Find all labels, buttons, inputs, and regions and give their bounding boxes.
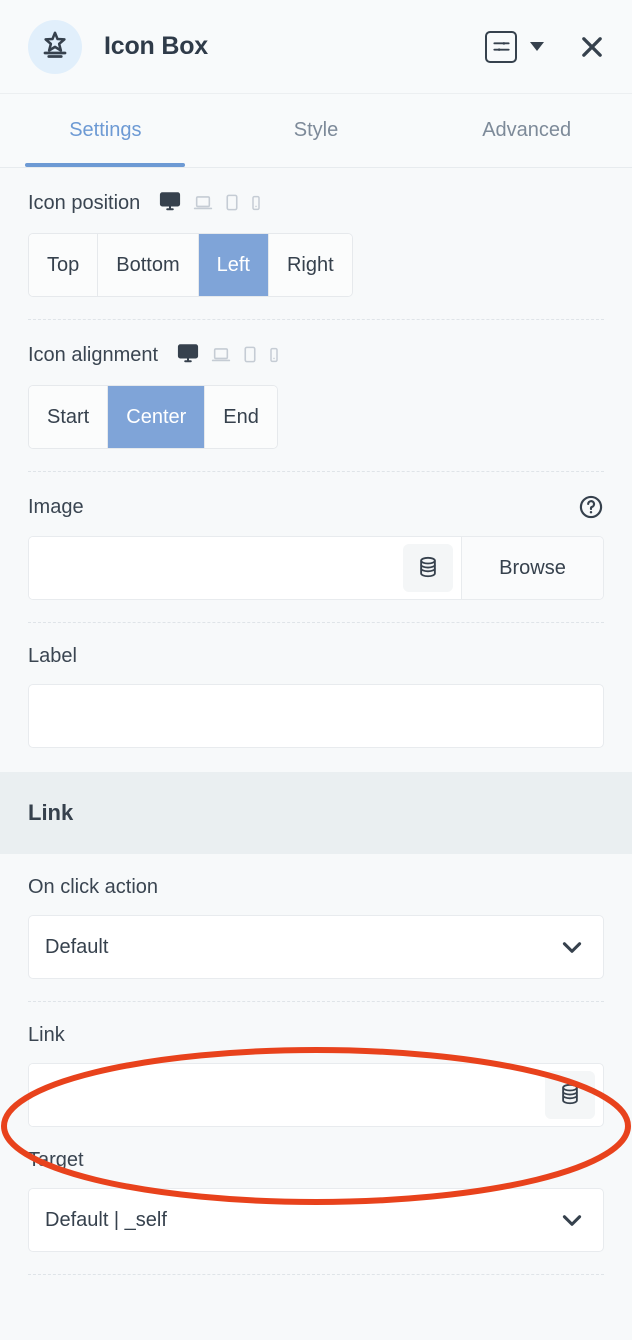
label-field-label: Label — [28, 645, 77, 667]
database-icon[interactable] — [545, 1071, 595, 1119]
tab-advanced[interactable]: Advanced — [421, 94, 632, 167]
widget-settings-panel: Icon Box Settings Style Advanced Icon po… — [0, 0, 632, 1340]
section-header-link-title: Link — [28, 800, 74, 825]
icon-alignment-option-center[interactable]: Center — [108, 386, 206, 448]
responsive-switcher-icon-alignment — [176, 342, 280, 369]
panel-settings-control[interactable] — [485, 30, 544, 63]
label-header: Label — [28, 645, 604, 668]
help-circle-icon[interactable] — [578, 494, 604, 520]
link-header: Link — [28, 1024, 604, 1047]
mobile-icon[interactable] — [250, 194, 262, 217]
field-link: Link — [0, 1002, 632, 1127]
field-icon-position: Icon position Top Bottom Left Right — [0, 168, 632, 297]
target-value: Default | _self — [45, 1208, 167, 1231]
divider — [28, 1274, 604, 1275]
browse-button[interactable]: Browse — [461, 537, 603, 599]
tab-settings-label: Settings — [69, 119, 142, 141]
segment-label: Left — [216, 253, 250, 276]
icon-position-option-top[interactable]: Top — [29, 234, 99, 296]
page-title: Icon Box — [104, 32, 208, 60]
tab-style[interactable]: Style — [211, 94, 422, 167]
segment-label: Top — [47, 253, 80, 276]
database-icon[interactable] — [403, 544, 453, 592]
icon-alignment-label: Icon alignment — [28, 344, 159, 366]
icon-alignment-option-end[interactable]: End — [205, 386, 277, 448]
field-image: Image Browse — [0, 472, 632, 600]
segment-label: Center — [126, 405, 187, 428]
section-header-link: Link — [0, 772, 632, 854]
tablet-icon[interactable] — [242, 345, 258, 369]
tablet-icon[interactable] — [224, 193, 240, 217]
on-click-action-label: On click action — [28, 876, 159, 898]
target-header: Target — [28, 1149, 604, 1172]
sliders-icon[interactable] — [485, 30, 517, 63]
caret-down-icon[interactable] — [530, 42, 544, 51]
segment-label: Bottom — [116, 253, 180, 276]
field-icon-alignment: Icon alignment Start Center End — [0, 320, 632, 449]
icon-position-option-left[interactable]: Left — [198, 234, 269, 296]
field-label: Label — [0, 623, 632, 748]
laptop-icon[interactable] — [210, 345, 232, 369]
link-field-label: Link — [28, 1024, 65, 1046]
desktop-icon[interactable] — [158, 190, 182, 217]
icon-position-header: Icon position — [28, 190, 604, 217]
chevron-down-icon[interactable] — [559, 934, 585, 960]
responsive-switcher-icon-position — [158, 190, 262, 217]
icon-position-option-bottom[interactable]: Bottom — [98, 234, 199, 296]
target-label: Target — [28, 1149, 84, 1171]
target-select[interactable]: Default | _self — [28, 1188, 604, 1252]
image-header: Image — [28, 494, 604, 520]
icon-position-option-right[interactable]: Right — [268, 234, 352, 296]
mobile-icon[interactable] — [268, 346, 280, 369]
icon-alignment-option-start[interactable]: Start — [29, 386, 109, 448]
image-input-row: Browse — [28, 536, 604, 600]
tab-style-label: Style — [293, 119, 339, 141]
segment-label: Right — [286, 253, 334, 276]
on-click-action-select[interactable]: Default — [28, 915, 604, 979]
label-input[interactable] — [28, 684, 604, 748]
icon-position-segmented-control: Top Bottom Left Right — [28, 233, 353, 297]
tab-advanced-label: Advanced — [482, 119, 572, 141]
on-click-action-header: On click action — [28, 876, 604, 899]
image-label: Image — [28, 495, 84, 518]
tab-settings[interactable]: Settings — [0, 94, 211, 167]
tab-bar: Settings Style Advanced — [0, 94, 632, 168]
laptop-icon[interactable] — [192, 193, 214, 217]
on-click-action-value: Default — [45, 935, 109, 958]
panel-header: Icon Box — [0, 0, 632, 94]
icon-alignment-header: Icon alignment — [28, 342, 604, 369]
widget-icon-badge — [28, 19, 82, 74]
link-input[interactable] — [29, 1064, 545, 1126]
segment-label: Start — [47, 405, 90, 428]
image-input[interactable] — [29, 537, 403, 599]
star-box-icon — [40, 29, 70, 64]
browse-button-label: Browse — [499, 556, 566, 579]
icon-alignment-segmented-control: Start Center End — [28, 385, 278, 449]
desktop-icon[interactable] — [176, 342, 200, 369]
close-icon[interactable] — [576, 31, 608, 63]
link-input-row — [28, 1063, 604, 1127]
chevron-down-icon[interactable] — [559, 1207, 585, 1233]
segment-label: End — [223, 405, 259, 428]
field-on-click-action: On click action Default — [0, 854, 632, 979]
settings-content: Icon position Top Bottom Left Right Icon… — [0, 168, 632, 1275]
field-target: Target Default | _self — [0, 1127, 632, 1252]
icon-position-label: Icon position — [28, 192, 141, 214]
